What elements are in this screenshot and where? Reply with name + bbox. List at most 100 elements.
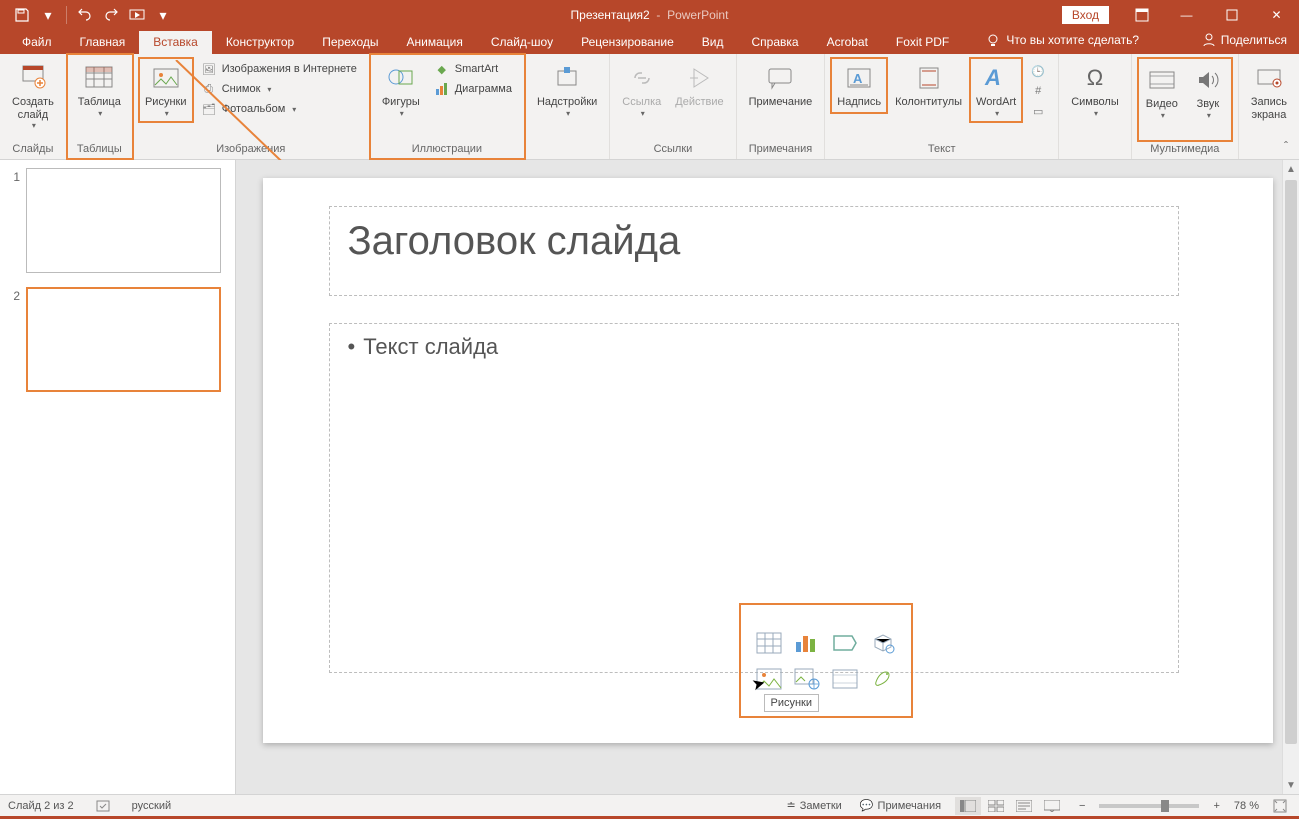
thumbnail-slide-2[interactable] <box>26 287 221 392</box>
group-comments-label: Примечания <box>743 141 819 157</box>
tell-me[interactable]: Что вы хотите сделать? <box>986 33 1139 47</box>
insert-table-icon[interactable] <box>754 629 784 657</box>
sorter-view-icon[interactable] <box>983 797 1009 815</box>
redo-icon[interactable] <box>99 3 123 27</box>
tab-animations[interactable]: Анимация <box>393 31 477 54</box>
fit-to-window-icon[interactable] <box>1269 799 1291 813</box>
vertical-scrollbar[interactable]: ▲ ▼ <box>1282 160 1299 794</box>
group-media: Видео▾ Звук▾ Мультимедиа <box>1132 54 1239 159</box>
insert-video-icon[interactable] <box>830 665 860 693</box>
tab-foxit[interactable]: Foxit PDF <box>882 31 963 54</box>
audio-icon <box>1192 64 1224 96</box>
status-slide-info: Слайд 2 из 2 <box>8 800 74 812</box>
window-title: Презентация2 - PowerPoint <box>571 8 729 22</box>
smartart-icon: ◆ <box>434 61 450 77</box>
group-symbols: Ω Символы▾ <box>1059 54 1132 159</box>
tab-help[interactable]: Справка <box>737 31 812 54</box>
sign-in-button[interactable]: Вход <box>1062 6 1109 24</box>
tab-file[interactable]: Файл <box>8 31 66 54</box>
group-media-label: Мультимедиа <box>1138 141 1232 157</box>
screenshot-icon: ⎙ <box>201 81 217 97</box>
content-placeholder[interactable]: •Текст слайда ➤ Р <box>329 323 1179 673</box>
document-name: Презентация2 <box>571 8 650 22</box>
insert-icon-icon[interactable] <box>868 665 898 693</box>
scroll-up-icon[interactable]: ▲ <box>1283 160 1299 178</box>
screen-recording-button[interactable]: Запись экрана <box>1245 58 1293 125</box>
close-icon[interactable]: ✕ <box>1254 0 1299 30</box>
video-icon <box>1146 64 1178 96</box>
notes-button[interactable]: ≐Заметки <box>783 799 846 812</box>
tab-design[interactable]: Конструктор <box>212 31 308 54</box>
tab-insert[interactable]: Вставка <box>139 31 212 54</box>
screenshot-button[interactable]: ⎙Снимок▾ <box>199 80 359 98</box>
insert-online-picture-icon[interactable] <box>792 665 822 693</box>
tab-view[interactable]: Вид <box>688 31 738 54</box>
smartart-button[interactable]: ◆SmartArt <box>432 60 514 78</box>
tab-slideshow[interactable]: Слайд-шоу <box>477 31 567 54</box>
qat-customize-icon[interactable]: ▾ <box>151 3 175 27</box>
zoom-handle[interactable] <box>1161 800 1169 812</box>
textbox-button[interactable]: A Надпись <box>831 58 887 113</box>
spellcheck-icon[interactable] <box>92 799 114 813</box>
online-pictures-button[interactable]: 🖼Изображения в Интернете <box>199 60 359 78</box>
save-icon[interactable] <box>10 3 34 27</box>
insert-3d-icon[interactable] <box>868 629 898 657</box>
scroll-thumb[interactable] <box>1285 180 1297 744</box>
ribbon-display-options-icon[interactable] <box>1119 0 1164 30</box>
shapes-button[interactable]: Фигуры▾ <box>376 58 426 122</box>
chart-button[interactable]: Диаграмма <box>432 80 514 98</box>
comment-button[interactable]: Примечание <box>743 58 819 113</box>
share-button[interactable]: Поделиться <box>1202 33 1287 47</box>
undo-icon[interactable] <box>73 3 97 27</box>
video-button[interactable]: Видео▾ <box>1140 60 1184 124</box>
comments-pane-button[interactable]: 💬Примечания <box>856 799 945 812</box>
workspace: 1 2 Заголовок слайда •Текст слайда <box>0 160 1299 794</box>
tab-acrobat[interactable]: Acrobat <box>813 31 882 54</box>
group-text: A Надпись Колонтитулы A WordArt▾ 🕒 # ▭ Т… <box>825 54 1059 159</box>
maximize-icon[interactable] <box>1209 0 1254 30</box>
status-bar: Слайд 2 из 2 русский ≐Заметки 💬Примечани… <box>0 794 1299 816</box>
tab-home[interactable]: Главная <box>66 31 140 54</box>
qat-dropdown-icon[interactable]: ▾ <box>36 3 60 27</box>
tab-review[interactable]: Рецензирование <box>567 31 688 54</box>
chart-icon <box>434 81 450 97</box>
normal-view-icon[interactable] <box>955 797 981 815</box>
group-illustrations: Фигуры▾ ◆SmartArt Диаграмма Иллюстрации <box>370 54 525 159</box>
tab-transitions[interactable]: Переходы <box>308 31 392 54</box>
headerfooter-button[interactable]: Колонтитулы <box>889 58 968 113</box>
new-slide-button[interactable]: Создать слайд▾ <box>6 58 60 134</box>
wordart-button[interactable]: A WordArt▾ <box>970 58 1022 122</box>
slide-canvas[interactable]: Заголовок слайда •Текст слайда <box>263 178 1273 743</box>
zoom-in-button[interactable]: + <box>1209 800 1223 812</box>
table-button[interactable]: Таблица▾ <box>73 58 126 122</box>
thumb-2[interactable]: 2 <box>4 287 231 392</box>
photo-album-button[interactable]: 🗂Фотоальбом▾ <box>199 100 359 118</box>
slide-thumbnails-pane: 1 2 <box>0 160 236 794</box>
zoom-out-button[interactable]: − <box>1075 800 1089 812</box>
group-links: Ссылка▾ Действие Ссылки <box>610 54 736 159</box>
status-language[interactable]: русский <box>132 800 171 812</box>
date-time-button[interactable]: 🕒 <box>1028 62 1048 80</box>
slideshow-view-icon[interactable] <box>1039 797 1065 815</box>
zoom-level[interactable]: 78 % <box>1234 800 1259 812</box>
start-slideshow-icon[interactable] <box>125 3 149 27</box>
collapse-ribbon-icon[interactable]: ˆ <box>1277 137 1295 155</box>
reading-view-icon[interactable] <box>1011 797 1037 815</box>
slide-number-button[interactable]: # <box>1028 82 1048 100</box>
pictures-button[interactable]: Рисунки▾ <box>139 58 193 122</box>
headerfooter-icon <box>913 62 945 94</box>
zoom-slider[interactable] <box>1099 804 1199 808</box>
title-placeholder[interactable]: Заголовок слайда <box>329 206 1179 296</box>
audio-button[interactable]: Звук▾ <box>1186 60 1230 124</box>
insert-chart-icon[interactable] <box>792 629 822 657</box>
thumbnail-slide-1[interactable] <box>26 168 221 273</box>
group-tables: Таблица▾ Таблицы <box>67 54 133 159</box>
addins-button[interactable]: Надстройки▾ <box>531 58 603 122</box>
object-button[interactable]: ▭ <box>1028 102 1048 120</box>
minimize-icon[interactable]: — <box>1164 0 1209 30</box>
thumb-1[interactable]: 1 <box>4 168 231 273</box>
link-button: Ссылка▾ <box>616 58 667 122</box>
insert-smartart-icon[interactable] <box>830 629 860 657</box>
scroll-down-icon[interactable]: ▼ <box>1283 776 1299 794</box>
symbols-button[interactable]: Ω Символы▾ <box>1065 58 1125 122</box>
